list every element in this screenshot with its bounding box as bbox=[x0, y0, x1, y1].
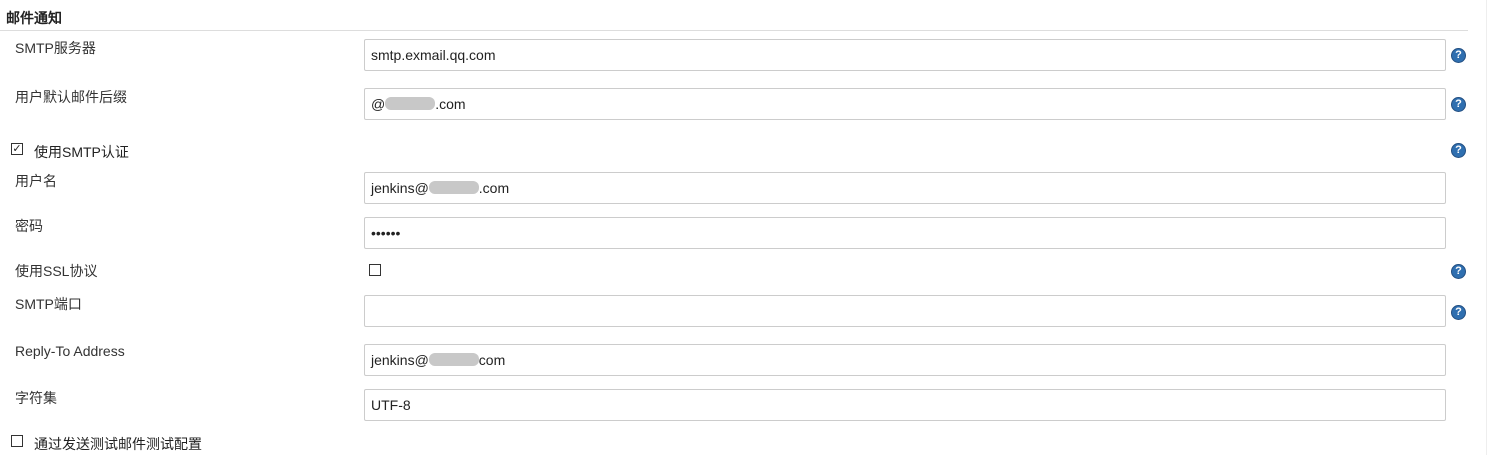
help-icon-use-ssl[interactable]: ? bbox=[1451, 264, 1466, 279]
password-input[interactable]: •••••• bbox=[364, 217, 1446, 249]
password-label: 密码 bbox=[15, 218, 43, 234]
smtp-server-value: smtp.exmail.qq.com bbox=[371, 47, 496, 63]
smtp-auth-checkbox[interactable]: ✓ bbox=[11, 143, 23, 155]
username-suffix: .com bbox=[478, 180, 510, 196]
help-icon-smtp-auth[interactable]: ? bbox=[1451, 143, 1466, 158]
smtp-port-input[interactable] bbox=[364, 295, 1446, 327]
redacted-blur bbox=[428, 353, 479, 366]
username-label: 用户名 bbox=[15, 173, 57, 189]
smtp-server-label: SMTP服务器 bbox=[15, 40, 96, 56]
help-icon-smtp-server[interactable]: ? bbox=[1451, 48, 1466, 63]
default-suffix-suffix: .com bbox=[435, 96, 466, 112]
scroll-edge bbox=[1486, 0, 1487, 455]
use-ssl-label: 使用SSL协议 bbox=[15, 263, 98, 279]
redacted-blur bbox=[428, 181, 479, 194]
reply-to-input[interactable]: jenkins@ com bbox=[364, 344, 1446, 376]
charset-value: UTF-8 bbox=[371, 397, 411, 413]
help-icon-default-suffix[interactable]: ? bbox=[1451, 97, 1466, 112]
section-divider bbox=[0, 30, 1468, 31]
reply-to-label: Reply-To Address bbox=[15, 343, 125, 359]
username-input[interactable]: jenkins@ .com bbox=[364, 172, 1446, 204]
section-title: 邮件通知 bbox=[6, 10, 62, 26]
default-suffix-prefix: @ bbox=[371, 96, 386, 112]
test-config-checkbox[interactable] bbox=[11, 435, 23, 447]
help-icon-smtp-port[interactable]: ? bbox=[1451, 305, 1466, 320]
charset-label: 字符集 bbox=[15, 390, 57, 406]
use-ssl-checkbox[interactable] bbox=[369, 264, 381, 276]
smtp-server-input[interactable]: smtp.exmail.qq.com bbox=[364, 39, 1446, 71]
password-value: •••••• bbox=[371, 225, 401, 241]
username-prefix: jenkins@ bbox=[371, 180, 429, 196]
reply-to-suffix: com bbox=[478, 352, 506, 368]
default-suffix-input[interactable]: @ .com bbox=[364, 88, 1446, 120]
smtp-port-label: SMTP端口 bbox=[15, 296, 82, 312]
smtp-auth-label[interactable]: 使用SMTP认证 bbox=[34, 142, 129, 162]
redacted-blur bbox=[385, 97, 436, 110]
default-suffix-label: 用户默认邮件后缀 bbox=[15, 89, 127, 105]
charset-input[interactable]: UTF-8 bbox=[364, 389, 1446, 421]
reply-to-prefix: jenkins@ bbox=[371, 352, 429, 368]
test-config-label[interactable]: 通过发送测试邮件测试配置 bbox=[34, 434, 202, 454]
